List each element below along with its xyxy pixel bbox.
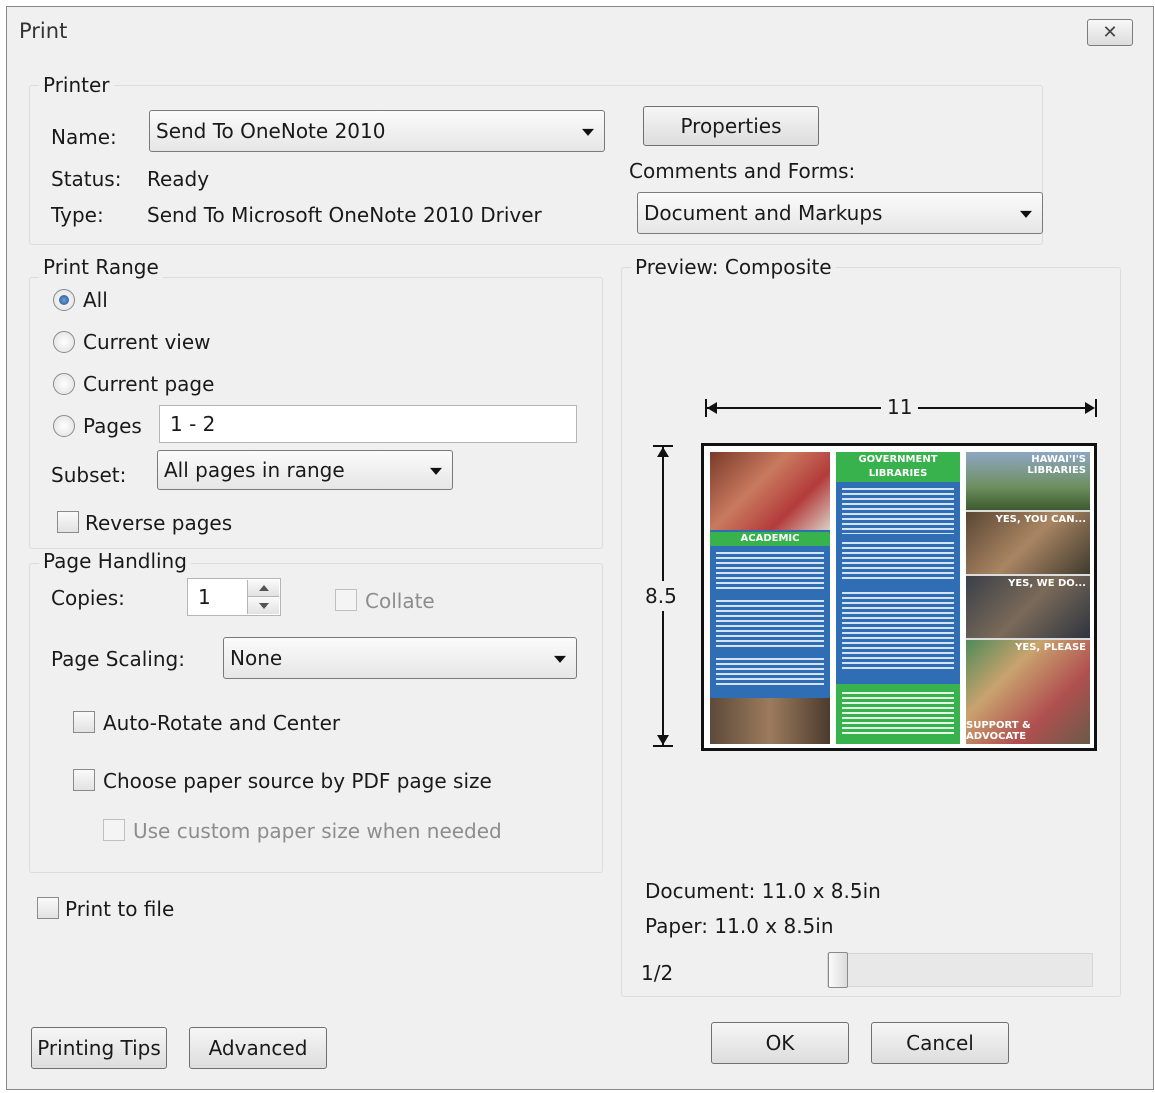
ok-button[interactable]: OK [711, 1022, 849, 1064]
copies-stepper[interactable] [247, 580, 279, 614]
range-current-page-label[interactable]: Current page [83, 372, 214, 396]
custom-paper-checkbox[interactable] [103, 819, 125, 841]
page-handling-label: Page Handling [39, 549, 191, 573]
collate-label: Collate [365, 589, 435, 613]
subset-label: Subset: [51, 463, 127, 487]
print-dialog: Print ✕ Printer Name: Send To OneNote 20… [6, 6, 1154, 1090]
print-to-file-checkbox[interactable] [37, 897, 59, 919]
advanced-button[interactable]: Advanced [189, 1027, 327, 1069]
thumb-text-block [842, 542, 954, 582]
page-indicator: 1/2 [641, 961, 674, 985]
page-preview-thumbnail: ACADEMIC GOVERNMENT LIBRARIES HAWAI'I'S … [701, 443, 1097, 751]
printer-type-value: Send To Microsoft OneNote 2010 Driver [147, 203, 542, 227]
printer-status-label: Status: [51, 167, 122, 191]
collate-checkbox[interactable] [335, 589, 357, 611]
close-button[interactable]: ✕ [1087, 19, 1133, 46]
close-icon: ✕ [1102, 22, 1118, 43]
stepper-down-icon[interactable] [248, 597, 279, 614]
thumb-photo-caption: HAWAI'I'S LIBRARIES [1027, 454, 1086, 476]
thumb-photo-caption: YES, PLEASE [1015, 642, 1086, 653]
custom-paper-label: Use custom paper size when needed [133, 819, 502, 843]
thumb-photo: YES, PLEASE SUPPORT & ADVOCATE [966, 640, 1090, 744]
print-range-label: Print Range [39, 255, 163, 279]
thumb-photo-caption: YES, WE DO... [1008, 578, 1086, 589]
pages-range-value: 1 - 2 [170, 412, 216, 436]
width-dimension-label: 11 [881, 395, 919, 419]
range-current-page-radio[interactable] [53, 373, 75, 395]
printer-group-label: Printer [39, 73, 114, 97]
page-scaling-label: Page Scaling: [51, 647, 185, 671]
document-size-text: Document: 11.0 x 8.5in [645, 879, 881, 903]
properties-button[interactable]: Properties [643, 106, 819, 146]
reverse-pages-label[interactable]: Reverse pages [85, 511, 232, 535]
page-scaling-value: None [230, 646, 283, 670]
range-all-label[interactable]: All [83, 288, 108, 312]
thumb-photo: HAWAI'I'S LIBRARIES [966, 452, 1090, 510]
preview-label: Preview: Composite [631, 255, 836, 279]
thumb-photo [710, 452, 830, 530]
copies-value: 1 [198, 585, 211, 609]
thumb-photo: YES, WE DO... [966, 576, 1090, 638]
printer-type-label: Type: [51, 203, 104, 227]
cancel-button[interactable]: Cancel [871, 1022, 1009, 1064]
thumb-photo: YES, YOU CAN... [966, 512, 1090, 574]
pages-range-input[interactable]: 1 - 2 [159, 405, 577, 443]
paper-source-checkbox[interactable] [73, 769, 95, 791]
thumb-text-block [716, 600, 824, 650]
thumb-photo-caption: SUPPORT & ADVOCATE [966, 720, 1031, 742]
chevron-down-icon [430, 467, 442, 475]
auto-rotate-checkbox[interactable] [73, 711, 95, 733]
thumb-text-block [842, 592, 954, 672]
range-current-view-radio[interactable] [53, 331, 75, 353]
thumb-text-block [716, 552, 824, 592]
printer-name-label: Name: [51, 125, 117, 149]
chevron-down-icon [554, 655, 566, 663]
thumb-government-heading: GOVERNMENT LIBRARIES [836, 452, 960, 482]
page-slider[interactable] [827, 952, 1093, 988]
subset-value: All pages in range [164, 458, 345, 482]
thumb-text-block [716, 658, 824, 688]
printing-tips-button[interactable]: Printing Tips [31, 1027, 167, 1069]
window-title: Print [19, 19, 68, 43]
comments-forms-value: Document and Markups [644, 201, 883, 225]
height-dimension-label: 8.5 [645, 581, 677, 611]
chevron-down-icon [582, 128, 594, 136]
width-dimension: 11 [705, 395, 1097, 421]
thumb-col-academic: ACADEMIC [710, 452, 830, 744]
chevron-down-icon [1020, 210, 1032, 218]
comments-forms-select[interactable]: Document and Markups [637, 192, 1043, 234]
range-all-radio[interactable] [53, 289, 75, 311]
title-bar[interactable]: Print ✕ [7, 7, 1153, 59]
range-pages-radio[interactable] [53, 415, 75, 437]
thumb-text-block [842, 488, 954, 534]
paper-source-label[interactable]: Choose paper source by PDF page size [103, 769, 492, 793]
range-current-view-label[interactable]: Current view [83, 330, 211, 354]
printer-name-value: Send To OneNote 2010 [156, 119, 386, 143]
subset-select[interactable]: All pages in range [157, 450, 453, 490]
page-scaling-select[interactable]: None [223, 637, 577, 679]
thumb-photo [710, 698, 830, 744]
height-dimension: 8.5 [645, 445, 679, 747]
thumb-photo-caption: YES, YOU CAN... [995, 514, 1086, 525]
copies-label: Copies: [51, 586, 125, 610]
printer-name-select[interactable]: Send To OneNote 2010 [149, 110, 605, 152]
thumb-col-government: GOVERNMENT LIBRARIES [836, 452, 960, 744]
comments-forms-label: Comments and Forms: [629, 159, 856, 183]
thumb-col-photos: HAWAI'I'S LIBRARIES YES, YOU CAN... YES,… [966, 452, 1090, 744]
reverse-pages-checkbox[interactable] [57, 511, 79, 533]
printer-status-value: Ready [147, 167, 210, 191]
auto-rotate-label[interactable]: Auto-Rotate and Center [103, 711, 340, 735]
stepper-up-icon[interactable] [248, 580, 279, 597]
thumb-academic-label: ACADEMIC [710, 532, 830, 546]
paper-size-text: Paper: 11.0 x 8.5in [645, 914, 834, 938]
slider-thumb[interactable] [828, 952, 848, 988]
range-pages-label[interactable]: Pages [83, 414, 142, 438]
print-to-file-label[interactable]: Print to file [65, 897, 174, 921]
thumb-green-panel [836, 684, 960, 744]
